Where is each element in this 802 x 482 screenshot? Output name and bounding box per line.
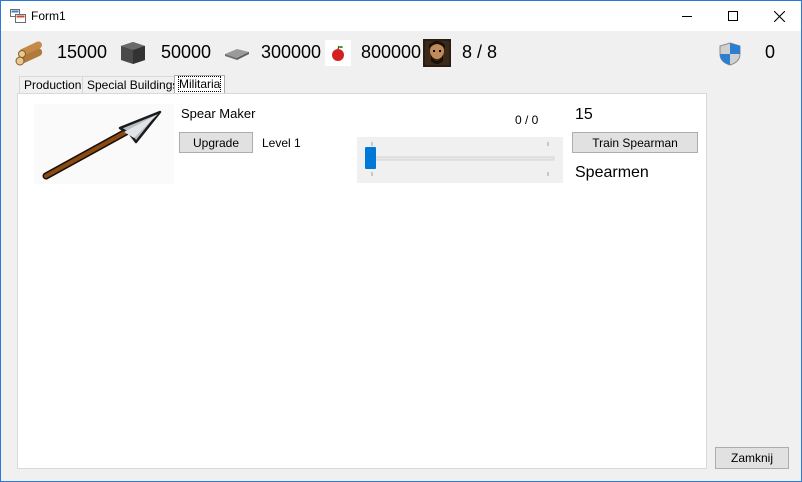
food-amount: 800000 bbox=[361, 42, 422, 62]
unit-count: 15 bbox=[575, 106, 593, 123]
train-amount-slider[interactable] bbox=[357, 137, 563, 183]
minimize-button[interactable] bbox=[664, 1, 710, 31]
app-window: Form1 15000 50000 300000 800000 8 / 8 0 … bbox=[0, 0, 802, 482]
tab-production[interactable]: Production bbox=[19, 76, 87, 93]
app-icon bbox=[10, 9, 26, 23]
upgrade-button-label: Upgrade bbox=[192, 135, 240, 150]
tab-production-label: Production bbox=[24, 78, 82, 92]
resource-bar: 15000 50000 300000 800000 8 / 8 0 bbox=[1, 31, 801, 73]
slider-track bbox=[367, 142, 555, 176]
stone-icon bbox=[121, 42, 145, 64]
maximize-button[interactable] bbox=[710, 1, 756, 31]
window-title: Form1 bbox=[31, 9, 66, 23]
population-portrait-icon bbox=[423, 39, 451, 67]
defense-value: 0 bbox=[765, 42, 776, 62]
tab-militaria-label: Militaria bbox=[177, 76, 222, 92]
title-bar: Form1 bbox=[1, 1, 801, 31]
building-name: Spear Maker bbox=[181, 106, 256, 121]
iron-amount: 300000 bbox=[261, 42, 322, 62]
apple-icon bbox=[325, 40, 351, 66]
train-spearman-button[interactable]: Train Spearman bbox=[572, 132, 698, 153]
iron-ingot-icon bbox=[225, 49, 249, 60]
tab-special-buildings-label: Special Buildings bbox=[87, 78, 179, 92]
shield-icon bbox=[719, 42, 741, 66]
train-queue-counter: 0 / 0 bbox=[515, 113, 539, 127]
close-button-label: Zamknij bbox=[730, 451, 773, 465]
building-level: Level 1 bbox=[262, 136, 301, 150]
militaria-panel: Spear Maker Upgrade Level 1 0 / 0 15 Tra… bbox=[17, 93, 707, 469]
unit-name: Spearmen bbox=[575, 164, 649, 181]
wood-icon bbox=[15, 41, 43, 66]
wood-amount: 15000 bbox=[57, 42, 108, 62]
tab-special-buildings[interactable]: Special Buildings bbox=[82, 76, 184, 93]
tab-militaria[interactable]: Militaria bbox=[174, 75, 226, 94]
close-icon bbox=[773, 10, 785, 22]
slider-thumb[interactable] bbox=[365, 147, 376, 169]
upgrade-button[interactable]: Upgrade bbox=[179, 132, 253, 153]
population-count: 8 / 8 bbox=[462, 42, 498, 62]
maximize-icon bbox=[728, 11, 738, 21]
close-button[interactable]: Zamknij bbox=[715, 447, 789, 469]
close-window-button[interactable] bbox=[756, 1, 802, 31]
stone-amount: 50000 bbox=[161, 42, 212, 62]
spear-image bbox=[34, 104, 174, 184]
train-spearman-button-label: Train Spearman bbox=[592, 135, 678, 150]
minimize-icon bbox=[682, 16, 692, 17]
